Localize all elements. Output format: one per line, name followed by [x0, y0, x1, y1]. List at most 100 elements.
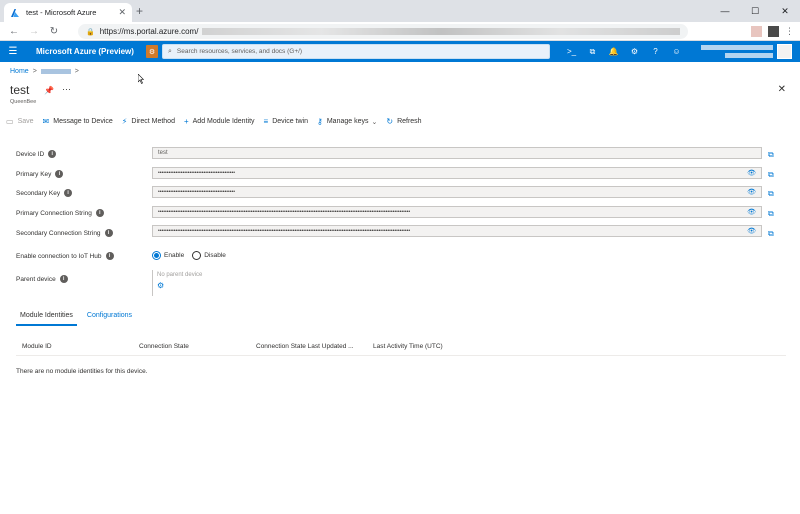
help-icon[interactable]: ? [645, 41, 666, 62]
show-secret-icon[interactable]: 👁 [747, 208, 756, 216]
device-id-field[interactable]: test [152, 147, 762, 159]
info-icon[interactable]: i [105, 252, 114, 260]
info-icon[interactable]: i [48, 150, 57, 158]
manage-keys-label: Manage keys [326, 118, 369, 125]
radio-selected-icon [152, 251, 161, 260]
column-header-last-activity[interactable]: Last Activity Time (UTC) [373, 343, 443, 350]
field-label-text: Parent device [16, 275, 56, 283]
module-grid-header: Module ID Connection State Connection St… [16, 340, 786, 356]
set-parent-gear-icon[interactable]: ⚙ [157, 281, 212, 290]
reload-icon[interactable]: ↻ [44, 26, 64, 37]
primary-key-value: ••••••••••••••••••••••••••••••••••••••••… [158, 170, 236, 176]
refresh-button[interactable]: ↻ Refresh [386, 117, 421, 126]
account-line [725, 53, 773, 58]
info-icon[interactable]: i [55, 170, 64, 178]
portal-brand[interactable]: Microsoft Azure (Preview) [36, 47, 134, 56]
browser-tabstrip: test - Microsoft Azure ✕ + — ☐ ✕ [0, 0, 800, 22]
global-search-input[interactable]: ⌕ Search resources, services, and docs (… [162, 44, 550, 59]
enable-label: Enable [164, 252, 185, 259]
maximize-icon[interactable]: ☐ [740, 0, 770, 22]
browser-tab[interactable]: test - Microsoft Azure ✕ [4, 3, 132, 22]
message-label: Message to Device [53, 118, 113, 125]
copy-icon[interactable]: ⧉ [768, 170, 774, 180]
field-label-text: Primary Key [16, 170, 52, 178]
primary-key-field[interactable]: ••••••••••••••••••••••••••••••••••••••••… [152, 167, 762, 179]
device-twin-button[interactable]: ≡ Device twin [264, 117, 308, 126]
info-icon[interactable]: i [95, 209, 104, 217]
copy-icon[interactable]: ⧉ [768, 209, 774, 219]
show-secret-icon[interactable]: 👁 [747, 188, 756, 196]
info-icon[interactable]: i [104, 229, 113, 237]
refresh-icon: ↻ [386, 117, 394, 126]
primary-connection-string-field[interactable]: ••••••••••••••••••••••••••••••••••••••••… [152, 206, 762, 218]
column-header-module-id[interactable]: Module ID [22, 343, 52, 350]
info-icon[interactable]: i [59, 275, 68, 283]
secondary-key-field[interactable]: ••••••••••••••••••••••••••••••••••••••••… [152, 186, 762, 198]
portal-menu-icon[interactable]: ☰ [0, 46, 26, 57]
add-icon: + [183, 117, 189, 126]
save-button[interactable]: ▭ Save [6, 117, 34, 126]
direct-method-label: Direct Method [131, 118, 175, 125]
lock-icon: 🔒 [86, 28, 95, 36]
show-secret-icon[interactable]: 👁 [747, 169, 756, 177]
show-secret-icon[interactable]: 👁 [747, 227, 756, 235]
column-header-connection-state[interactable]: Connection State [139, 343, 189, 350]
close-window-icon[interactable]: ✕ [770, 0, 800, 22]
search-icon: ⌕ [168, 47, 172, 55]
add-module-label: Add Module Identity [192, 118, 255, 125]
profile-avatar[interactable] [768, 26, 779, 37]
enable-radio[interactable]: Enable [152, 251, 184, 260]
tab-configurations[interactable]: Configurations [83, 310, 136, 326]
message-to-device-button[interactable]: ✉ Message to Device [43, 117, 113, 126]
cloud-shell-icon[interactable]: >_ [561, 41, 582, 62]
add-module-identity-button[interactable]: + Add Module Identity [184, 117, 255, 126]
settings-icon[interactable]: ⚙ [624, 41, 645, 62]
breadcrumb-hub-redacted[interactable] [40, 69, 71, 74]
radio-unselected-icon [192, 251, 202, 260]
more-options-icon[interactable]: ··· [62, 84, 71, 94]
browser-menu-icon[interactable]: ⋮ [785, 26, 794, 37]
copy-icon[interactable]: ⧉ [768, 150, 774, 160]
secondary-key-value: ••••••••••••••••••••••••••••••••••••••••… [158, 189, 236, 195]
secondary-connection-string-label: Secondary Connection String i [16, 229, 113, 237]
breadcrumb-home[interactable]: Home [10, 68, 29, 75]
avatar[interactable] [777, 44, 792, 59]
notifications-icon[interactable]: 🔔 [603, 41, 624, 62]
address-bar[interactable]: 🔒 https://ms.portal.azure.com/ [78, 24, 688, 39]
command-bar: ▭ Save ✉ Message to Device ⚡ Direct Method … [6, 115, 431, 128]
forward-icon[interactable]: → [24, 26, 44, 37]
secondary-connection-string-field[interactable]: ••••••••••••••••••••••••••••••••••••••••… [152, 225, 762, 237]
new-tab-icon[interactable]: + [136, 4, 143, 18]
copy-icon[interactable]: ⧉ [768, 229, 774, 239]
connection-radio-group: Enable Disable [152, 251, 226, 260]
extension-icon[interactable] [751, 26, 762, 37]
mouse-cursor-icon [138, 74, 144, 84]
disable-radio[interactable]: Disable [192, 251, 226, 260]
info-icon[interactable]: i [64, 189, 73, 197]
url-redacted [202, 28, 680, 35]
iot-hub-connection-label: Enable connection to IoT Hub i [16, 252, 114, 260]
close-blade-icon[interactable]: ✕ [778, 84, 786, 95]
column-header-state-last-updated[interactable]: Connection State Last Updated ... [256, 343, 354, 350]
search-placeholder: Search resources, services, and docs (G+… [176, 48, 303, 55]
copy-icon[interactable]: ⧉ [768, 189, 774, 199]
account-area[interactable] [701, 44, 792, 59]
direct-method-button[interactable]: ⚡ Direct Method [122, 117, 175, 126]
pin-icon[interactable]: 📌 [44, 86, 54, 95]
tab-module-identities[interactable]: Module Identities [16, 310, 77, 326]
module-tabs: Module Identities Configurations [16, 310, 142, 326]
url-text: https://ms.portal.azure.com/ [99, 27, 199, 36]
minimize-icon[interactable]: — [710, 0, 740, 22]
chevron-down-icon: ⌄ [371, 118, 378, 126]
directory-filter-icon[interactable]: ⧉ [582, 41, 603, 62]
back-icon[interactable]: ← [4, 26, 24, 37]
azure-header: ☰ Microsoft Azure (Preview) ⚙ ⌕ Search r… [0, 41, 800, 62]
header-icons: >_ ⧉ 🔔 ⚙ ? ☺ [561, 41, 687, 62]
feedback-icon[interactable]: ☺ [666, 41, 687, 62]
field-label-text: Secondary Key [16, 189, 61, 197]
manage-keys-button[interactable]: ⚷ Manage keys ⌄ [317, 117, 377, 126]
primary-key-label: Primary Key i [16, 170, 64, 178]
parent-device-label: Parent device i [16, 275, 68, 283]
tab-close-icon[interactable]: ✕ [118, 7, 126, 18]
preview-badge-icon[interactable]: ⚙ [145, 45, 158, 58]
